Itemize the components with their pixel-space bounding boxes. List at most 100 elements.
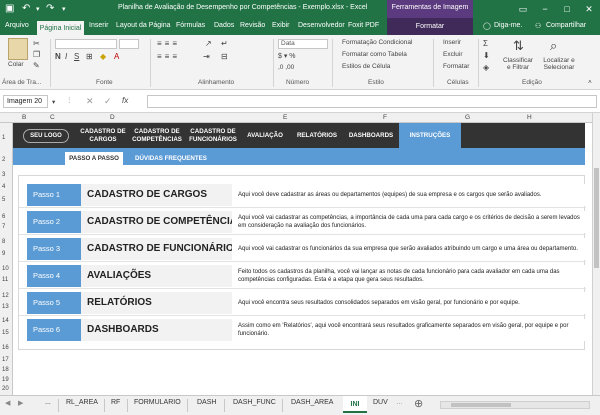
column-header[interactable]: G <box>465 114 470 121</box>
step-title[interactable]: AVALIAÇÕES <box>81 265 232 287</box>
minimize-button[interactable]: − <box>534 0 556 18</box>
bold-icon[interactable]: N <box>55 52 61 61</box>
save-icon[interactable]: ▣ <box>5 3 14 14</box>
orientation-icon[interactable]: ↗ <box>205 39 212 48</box>
column-header[interactable]: F <box>383 114 387 121</box>
wrap-text-icon[interactable]: ↵ <box>221 39 228 48</box>
tab-format[interactable]: Formatar <box>387 18 473 35</box>
row-header[interactable]: 18 <box>2 367 9 373</box>
conditional-formatting-button[interactable]: Formatação Condicional <box>342 39 412 46</box>
formula-input[interactable] <box>147 95 597 108</box>
row-header[interactable]: 5 <box>2 197 5 203</box>
undo-icon[interactable]: ↶ <box>22 3 30 14</box>
column-header[interactable]: D <box>110 114 115 121</box>
sheet-tab-ini[interactable]: INI <box>343 396 367 413</box>
row-header[interactable]: 15 <box>2 330 9 336</box>
tab-page-layout[interactable]: Layout da Página <box>116 22 171 29</box>
close-button[interactable]: ✕ <box>578 0 600 18</box>
sheet-tab-more[interactable]: ... <box>45 399 51 406</box>
align-top-icon[interactable]: ≡≡≡ <box>157 39 180 48</box>
fill-color-icon[interactable]: ◆ <box>100 52 106 61</box>
nav-cadastro-cargos[interactable]: CADASTRO DE CARGOS <box>78 128 128 143</box>
name-box-dropdown-icon[interactable]: ▾ <box>52 98 55 106</box>
copy-icon[interactable]: ❐ <box>33 50 40 59</box>
currency-icon[interactable]: $ ▾ % <box>278 52 296 60</box>
row-header[interactable]: 4 <box>2 184 5 190</box>
cut-icon[interactable]: ✂ <box>33 39 40 48</box>
step-title[interactable]: CADASTRO DE CARGOS <box>81 184 232 206</box>
autosum-icon[interactable]: Σ <box>483 39 488 48</box>
row-header[interactable]: 11 <box>2 277 8 283</box>
align-left-icon[interactable]: ≡≡≡ <box>157 52 180 61</box>
paste-button[interactable]: Colar <box>8 61 24 68</box>
sheet-tab-dash-func[interactable]: DASH_FUNC <box>233 399 276 406</box>
nav-dashboards[interactable]: DASHBOARDS <box>346 132 396 140</box>
column-header[interactable]: E <box>283 114 287 121</box>
more-sheets-icon[interactable]: … <box>396 399 403 406</box>
tab-review[interactable]: Revisão <box>240 22 265 29</box>
sheet-tab-dash[interactable]: DASH <box>197 399 216 406</box>
paste-icon[interactable] <box>8 38 28 60</box>
nav-instrucoes[interactable]: INSTRUÇÕES <box>399 132 461 140</box>
borders-icon[interactable]: ⊞ <box>86 52 93 61</box>
share-button[interactable]: Compartilhar <box>546 22 586 29</box>
scrollbar-thumb[interactable] <box>451 403 511 407</box>
name-box[interactable]: Imagem 20 <box>3 95 48 108</box>
sort-filter-icon[interactable]: ⇅ <box>513 38 524 54</box>
row-header[interactable]: 17 <box>2 357 9 363</box>
number-format-select[interactable]: Data <box>278 39 328 49</box>
insert-function-icon[interactable]: fx <box>122 96 128 105</box>
tab-file[interactable]: Arquivo <box>5 22 29 29</box>
horizontal-scrollbar[interactable] <box>440 401 590 409</box>
row-header[interactable]: 3 <box>2 172 5 178</box>
font-color-icon[interactable]: A <box>114 52 119 61</box>
find-select-icon[interactable]: ⌕ <box>550 38 557 54</box>
find-select-button[interactable]: Localizar e Selecionar <box>540 57 578 71</box>
collapse-ribbon-icon[interactable]: ˄ <box>588 79 592 86</box>
row-header[interactable]: 6 <box>2 214 5 220</box>
tab-home[interactable]: Página Inicial <box>37 19 84 35</box>
step-title[interactable]: RELATÓRIOS <box>81 292 232 314</box>
redo-icon[interactable]: ↷ <box>46 3 54 14</box>
step-title[interactable]: CADASTRO DE FUNCIONÁRIOS <box>81 238 240 260</box>
insert-cells-button[interactable]: Inserir <box>443 39 461 46</box>
tab-view[interactable]: Exibir <box>272 22 290 29</box>
row-header[interactable]: 13 <box>2 304 9 310</box>
sheet-tab-dash-area[interactable]: DASH_AREA <box>291 399 333 406</box>
tab-foxit[interactable]: Foxit PDF <box>348 22 379 29</box>
nav-cadastro-funcionarios[interactable]: CADASTRO DE FUNCIONÁRIOS <box>186 128 240 143</box>
sheet-tab-rl-area[interactable]: RL_AREA <box>66 399 98 406</box>
tab-passo-a-passo[interactable]: PASSO A PASSO <box>65 152 123 165</box>
sheet-tab-duv[interactable]: DUV <box>373 399 388 406</box>
customize-toolbar-icon[interactable]: ▾ <box>62 5 66 13</box>
vertical-scrollbar[interactable] <box>592 113 600 395</box>
sheet-tab-rf[interactable]: RF <box>111 399 120 406</box>
nav-relatorios[interactable]: RELATÓRIOS <box>292 132 342 140</box>
step-title[interactable]: DASHBOARDS <box>81 319 232 341</box>
font-size-select[interactable] <box>119 39 139 49</box>
maximize-button[interactable]: □ <box>556 0 578 18</box>
column-header[interactable]: B <box>22 114 26 121</box>
merge-icon[interactable]: ⊟ <box>221 52 228 61</box>
format-as-table-button[interactable]: Formatar como Tabela <box>342 51 407 58</box>
tell-me-input[interactable]: Diga-me. <box>494 22 522 29</box>
column-header[interactable]: C <box>50 114 55 121</box>
delete-cells-button[interactable]: Excluir <box>443 51 463 58</box>
row-header[interactable]: 16 <box>2 345 9 351</box>
sort-filter-button[interactable]: Classificar e Filtrar <box>503 57 533 71</box>
tab-developer[interactable]: Desenvolvedor <box>298 22 345 29</box>
format-cells-button[interactable]: Formatar <box>443 63 469 70</box>
step-title[interactable]: CADASTRO DE COMPETÊNCIAS <box>81 211 244 233</box>
undo-dropdown-icon[interactable]: ▾ <box>36 5 40 13</box>
format-painter-icon[interactable]: ✎ <box>33 61 40 70</box>
row-header[interactable]: 20 <box>2 386 9 392</box>
cancel-icon[interactable]: ✕ <box>86 96 94 107</box>
scrollbar-thumb[interactable] <box>594 168 599 268</box>
cell-styles-button[interactable]: Estilos de Célula <box>342 63 390 70</box>
row-header[interactable]: 19 <box>2 377 9 383</box>
indent-icon[interactable]: ⇥ <box>203 52 210 61</box>
row-header[interactable]: 9 <box>2 251 5 257</box>
row-header[interactable]: 1 <box>2 135 5 141</box>
row-header[interactable]: 12 <box>2 293 9 299</box>
ribbon-display-icon[interactable]: ▭ <box>512 0 534 18</box>
